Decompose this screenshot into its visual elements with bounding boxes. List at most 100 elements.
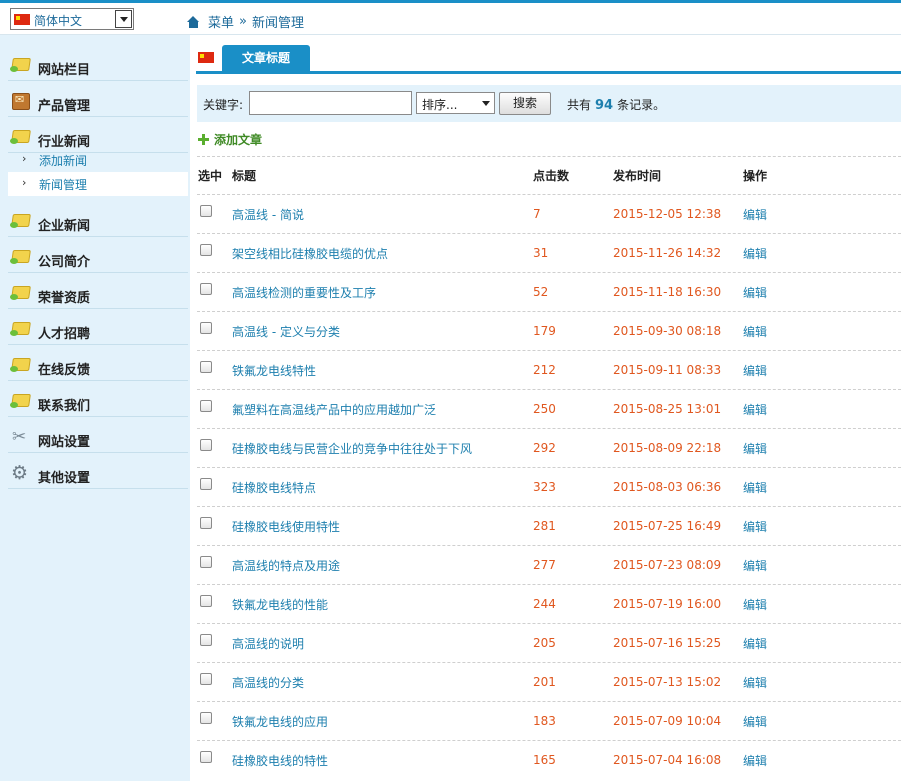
- sidebar-item-company-profile[interactable]: 公司简介: [8, 237, 188, 273]
- row-title-link[interactable]: 高温线 - 简说: [232, 195, 532, 233]
- row-title-link[interactable]: 高温线的特点及用途: [232, 546, 532, 584]
- china-flag-icon: [14, 14, 30, 25]
- sidebar-item-site-settings[interactable]: 网站设置: [8, 417, 188, 453]
- row-edit-link[interactable]: 编辑: [743, 507, 803, 545]
- row-title-link[interactable]: 铁氟龙电线的性能: [232, 585, 532, 623]
- add-article-link[interactable]: 添加文章: [198, 131, 262, 148]
- row-time: 2015-12-05 12:38: [613, 207, 722, 221]
- tab-article-title[interactable]: 文章标题: [222, 45, 310, 72]
- row-time: 2015-11-26 14:32: [613, 246, 722, 260]
- row-title-link[interactable]: 硅橡胶电线使用特性: [232, 507, 532, 545]
- header-select: 选中: [198, 169, 223, 183]
- home-icon[interactable]: [187, 15, 200, 28]
- china-flag-icon: [198, 52, 214, 63]
- row-checkbox[interactable]: [200, 478, 212, 490]
- breadcrumb-root[interactable]: 菜单: [208, 12, 234, 31]
- row-edit-link[interactable]: 编辑: [743, 663, 803, 701]
- keyword-input[interactable]: [249, 91, 412, 115]
- breadcrumb-current: 新闻管理: [251, 16, 304, 31]
- sidebar-item-feedback[interactable]: 在线反馈: [8, 345, 188, 381]
- add-article-label: 添加文章: [214, 133, 263, 147]
- sidebar-item-company-news[interactable]: 企业新闻: [8, 201, 188, 237]
- row-checkbox[interactable]: [200, 556, 212, 568]
- folder-icon: [10, 128, 30, 145]
- table-header-row: 选中 标题 点击数 发布时间 操作: [197, 156, 901, 194]
- row-edit-link[interactable]: 编辑: [743, 351, 803, 389]
- table-row: 高温线的特点及用途 277 2015-07-23 08:09 编辑: [197, 545, 901, 584]
- row-clicks: 205: [533, 636, 556, 650]
- row-title-link[interactable]: 硅橡胶电线的特性: [232, 741, 532, 779]
- sort-select[interactable]: 排序...: [416, 92, 495, 114]
- folder-icon: [10, 284, 30, 301]
- row-title-link[interactable]: 铁氟龙电线的应用: [232, 702, 532, 740]
- count-suffix: 条记录。: [617, 98, 666, 112]
- row-edit-link[interactable]: 编辑: [743, 273, 803, 311]
- language-select[interactable]: 简体中文: [10, 8, 134, 30]
- row-checkbox[interactable]: [200, 400, 212, 412]
- chevron-down-icon[interactable]: [115, 10, 132, 28]
- header-clicks: 点击数: [533, 169, 570, 183]
- row-checkbox[interactable]: [200, 712, 212, 724]
- row-checkbox[interactable]: [200, 361, 212, 373]
- row-edit-link[interactable]: 编辑: [743, 702, 803, 740]
- row-checkbox[interactable]: [200, 439, 212, 451]
- row-title-link[interactable]: 硅橡胶电线与民营企业的竞争中往往处于下风: [232, 429, 532, 467]
- row-checkbox[interactable]: [200, 244, 212, 256]
- sidebar-item-recruitment[interactable]: 人才招聘: [8, 309, 188, 345]
- row-title-link[interactable]: 架空线相比硅橡胶电缆的优点: [232, 234, 532, 272]
- row-time: 2015-08-25 13:01: [613, 402, 722, 416]
- row-select: [198, 585, 228, 623]
- row-time: 2015-09-30 08:18: [613, 324, 722, 338]
- folder-icon: [10, 248, 30, 265]
- sidebar-subitem-add-news[interactable]: › 添加新闻: [8, 148, 188, 172]
- row-checkbox[interactable]: [200, 205, 212, 217]
- header-op: 操作: [743, 169, 768, 183]
- row-edit-link[interactable]: 编辑: [743, 390, 803, 428]
- count-value: 94: [595, 98, 614, 113]
- row-checkbox[interactable]: [200, 673, 212, 685]
- table-row: 氟塑料在高温线产品中的应用越加广泛 250 2015-08-25 13:01 编辑: [197, 389, 901, 428]
- row-checkbox[interactable]: [200, 517, 212, 529]
- row-checkbox[interactable]: [200, 322, 212, 334]
- search-button[interactable]: 搜索: [499, 92, 551, 115]
- row-edit-link[interactable]: 编辑: [743, 741, 803, 779]
- row-time: 2015-07-09 10:04: [613, 714, 722, 728]
- sidebar-item-label: 网站设置: [38, 435, 91, 450]
- row-title-link[interactable]: 高温线的说明: [232, 624, 532, 662]
- sidebar-item-honors[interactable]: 荣誉资质: [8, 273, 188, 309]
- row-checkbox[interactable]: [200, 634, 212, 646]
- row-select: [198, 702, 228, 740]
- row-clicks: 179: [533, 324, 556, 338]
- sidebar-item-site-columns[interactable]: 网站栏目: [8, 45, 188, 81]
- row-edit-link[interactable]: 编辑: [743, 585, 803, 623]
- sidebar-item-products[interactable]: 产品管理: [8, 81, 188, 117]
- row-checkbox[interactable]: [200, 595, 212, 607]
- row-edit-link[interactable]: 编辑: [743, 468, 803, 506]
- sidebar-item-other-settings[interactable]: 其他设置: [8, 453, 188, 489]
- row-edit-link[interactable]: 编辑: [743, 624, 803, 662]
- row-edit-link[interactable]: 编辑: [743, 195, 803, 233]
- row-checkbox[interactable]: [200, 751, 212, 763]
- table-body: 高温线 - 简说 7 2015-12-05 12:38 编辑 架空线相比硅橡胶电缆的优点…: [197, 194, 901, 779]
- row-clicks: 281: [533, 519, 556, 533]
- row-clicks: 277: [533, 558, 556, 572]
- row-title-link[interactable]: 高温线的分类: [232, 663, 532, 701]
- row-title-link[interactable]: 高温线 - 定义与分类: [232, 312, 532, 350]
- sidebar-item-contact[interactable]: 联系我们: [8, 381, 188, 417]
- row-select: [198, 312, 228, 350]
- row-edit-link[interactable]: 编辑: [743, 429, 803, 467]
- row-edit-link[interactable]: 编辑: [743, 546, 803, 584]
- sort-selected-label: 排序...: [422, 98, 458, 112]
- sidebar-subitem-news-manage[interactable]: › 新闻管理: [8, 172, 188, 196]
- row-clicks: 201: [533, 675, 556, 689]
- row-title-link[interactable]: 铁氟龙电线特性: [232, 351, 532, 389]
- row-checkbox[interactable]: [200, 283, 212, 295]
- row-edit-link[interactable]: 编辑: [743, 234, 803, 272]
- row-edit-link[interactable]: 编辑: [743, 312, 803, 350]
- row-title-link[interactable]: 高温线检测的重要性及工序: [232, 273, 532, 311]
- folder-icon: [10, 356, 30, 373]
- row-title-link[interactable]: 硅橡胶电线特点: [232, 468, 532, 506]
- row-select: [198, 468, 228, 506]
- row-select: [198, 390, 228, 428]
- row-title-link[interactable]: 氟塑料在高温线产品中的应用越加广泛: [232, 390, 532, 428]
